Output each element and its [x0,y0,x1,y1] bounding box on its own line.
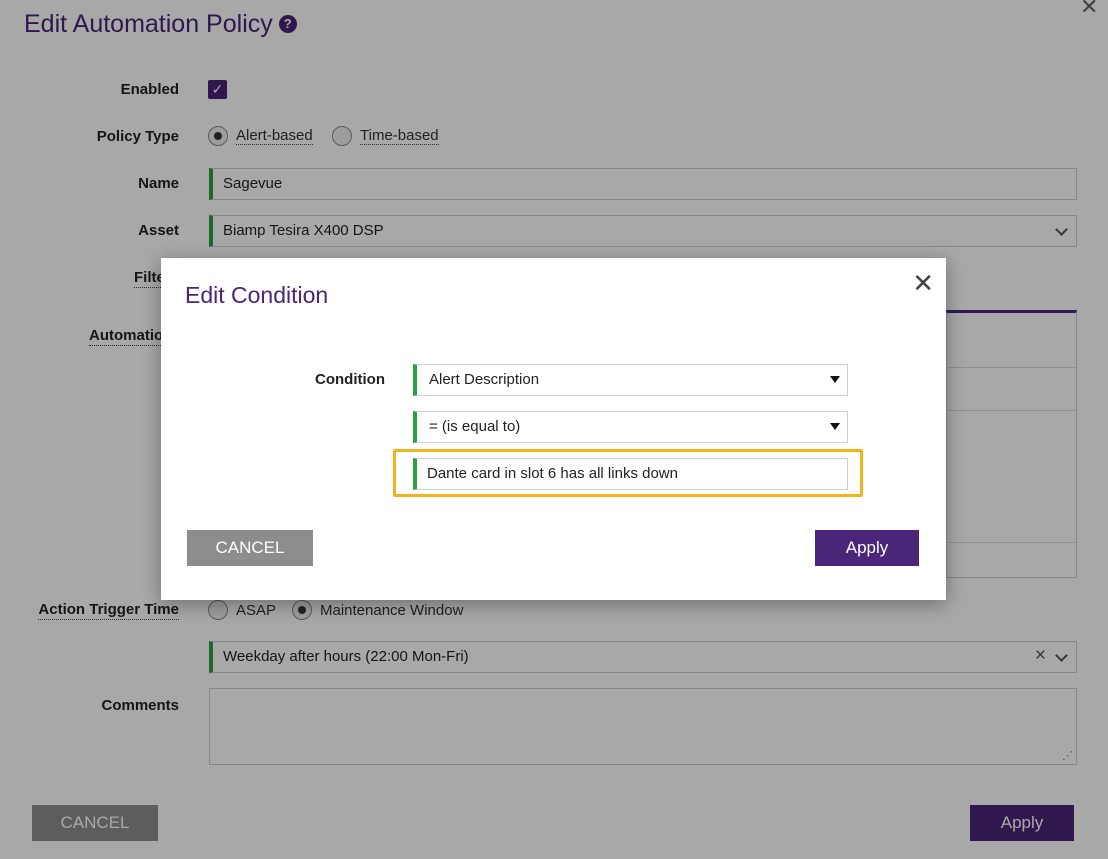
condition-value-input[interactable]: Dante card in slot 6 has all links down [413,458,848,490]
modal-cancel-button[interactable]: CANCEL [187,530,313,566]
condition-field-value: Alert Description [429,371,540,388]
condition-field-select[interactable]: Alert Description [413,364,848,396]
condition-operator-select[interactable]: = (is equal to) [413,411,848,443]
modal-title: Edit Condition [185,282,329,308]
caret-down-icon [830,376,840,383]
modal-apply-button[interactable]: Apply [815,530,919,566]
caret-down-icon [830,423,840,430]
condition-operator-value: = (is equal to) [429,418,521,435]
condition-value-text: Dante card in slot 6 has all links down [427,465,678,482]
edit-condition-dialog: Edit Condition ✕ Condition Alert Descrip… [161,258,946,600]
condition-label: Condition [315,371,385,388]
close-icon[interactable]: ✕ [912,268,934,298]
